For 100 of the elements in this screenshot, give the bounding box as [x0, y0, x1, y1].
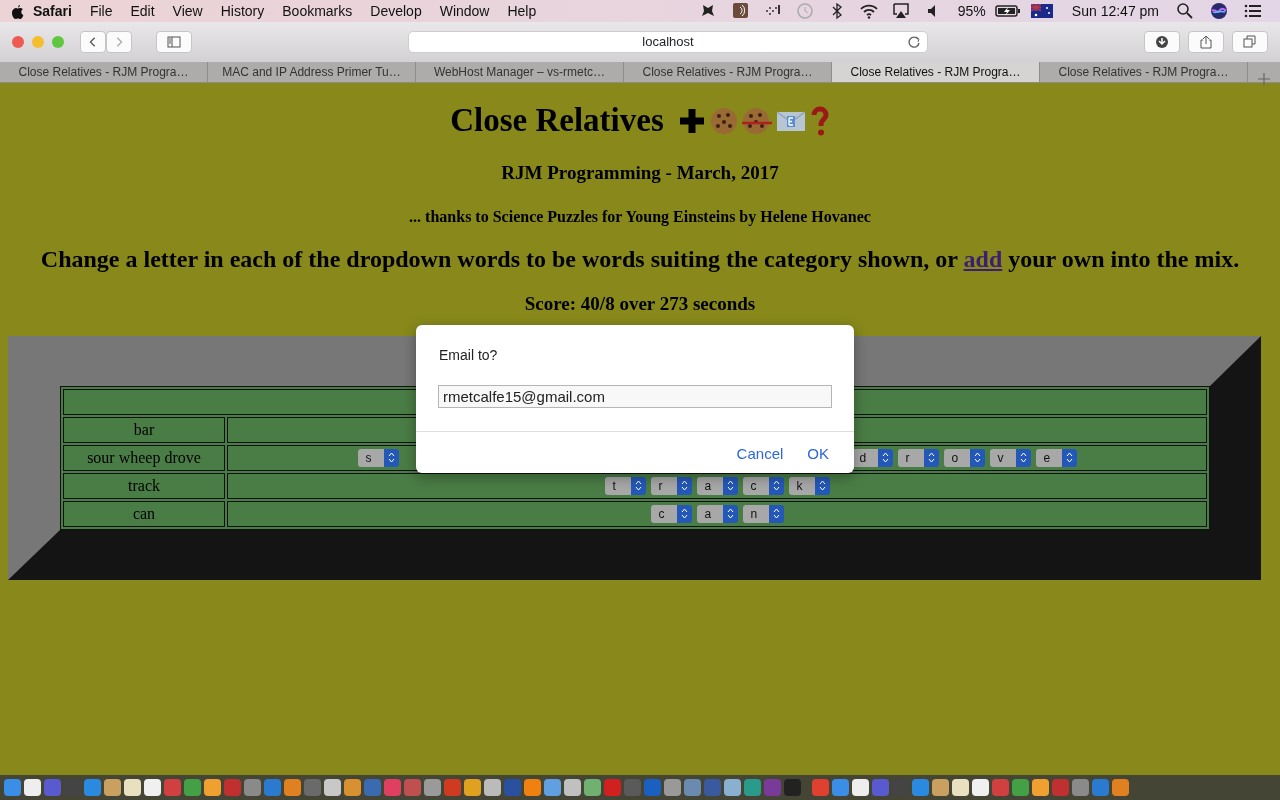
word-cell: track: [63, 472, 225, 499]
clock-text[interactable]: Sun 12:47 pm: [1062, 0, 1168, 22]
chevron-icon: [1065, 452, 1073, 464]
app-icon[interactable]: [364, 779, 381, 796]
app-icon[interactable]: [1112, 779, 1129, 796]
app-menu[interactable]: Safari: [24, 0, 81, 22]
menu-item[interactable]: Edit: [121, 0, 164, 22]
app-icon[interactable]: [1032, 779, 1049, 796]
address-bar[interactable]: localhost: [408, 31, 928, 53]
app-icon[interactable]: [264, 779, 281, 796]
app-icon[interactable]: [684, 779, 701, 796]
app-icon[interactable]: [932, 779, 949, 796]
app-icon[interactable]: [404, 779, 421, 796]
apple-icon[interactable]: [10, 3, 24, 19]
app-icon[interactable]: [1052, 779, 1069, 796]
app-icon[interactable]: [972, 779, 989, 796]
app-icon[interactable]: [444, 779, 461, 796]
app-icon[interactable]: [852, 779, 869, 796]
browser-tab[interactable]: Close Relatives - RJM Progra…: [1040, 62, 1248, 82]
menu-item[interactable]: File: [80, 0, 122, 22]
email-field[interactable]: rmetcalfe15@gmail.com: [438, 385, 832, 408]
menu-icon[interactable]: [1244, 2, 1262, 20]
app-icon[interactable]: [224, 779, 241, 796]
app-icon[interactable]: [872, 779, 889, 796]
menu-item[interactable]: Help: [498, 0, 546, 22]
app-icon[interactable]: [724, 779, 741, 796]
app-icon[interactable]: [284, 779, 301, 796]
app-icon[interactable]: [812, 779, 829, 796]
app-icon[interactable]: [1092, 779, 1109, 796]
wifi-icon[interactable]: [859, 2, 878, 20]
app-icon[interactable]: [424, 779, 441, 796]
menu-item[interactable]: History: [211, 0, 274, 22]
chevron-icon: [772, 508, 780, 520]
app-icon[interactable]: [144, 779, 161, 796]
plus-icon[interactable]: [677, 106, 706, 135]
app-icon[interactable]: [832, 779, 849, 796]
clock-icon[interactable]: [795, 2, 814, 20]
app-icon[interactable]: [464, 779, 481, 796]
app-icon[interactable]: [744, 779, 761, 796]
app-icon[interactable]: [1072, 779, 1089, 796]
chevron-icon: [680, 508, 688, 520]
cookie-icon[interactable]: [709, 106, 738, 135]
chevron-icon: [634, 480, 642, 492]
app-icon[interactable]: [952, 779, 969, 796]
app-icon[interactable]: [564, 779, 581, 796]
app-icon[interactable]: [4, 779, 21, 796]
app-icon[interactable]: [524, 779, 541, 796]
close-window-button[interactable]: [12, 36, 24, 48]
zoom-window-button[interactable]: [52, 36, 64, 48]
airplay-icon[interactable]: [891, 2, 910, 20]
app-icon[interactable]: [484, 779, 501, 796]
app-icon[interactable]: [84, 779, 101, 796]
app-icon[interactable]: [384, 779, 401, 796]
tabs-overview-button[interactable]: [1232, 31, 1268, 53]
crossed-cookie-icon[interactable]: [741, 106, 772, 135]
app-icon[interactable]: [584, 779, 601, 796]
app-icon[interactable]: [912, 779, 929, 796]
app-icon[interactable]: [1012, 779, 1029, 796]
chevron-icon: [726, 480, 734, 492]
menu-item[interactable]: View: [163, 0, 212, 22]
app-icon[interactable]: [664, 779, 681, 796]
cancel-button[interactable]: Cancel: [736, 443, 784, 466]
chevron-icon: [772, 480, 780, 492]
menu-item[interactable]: Window: [430, 0, 499, 22]
app-icon[interactable]: [24, 779, 41, 796]
question-mark-icon[interactable]: [809, 105, 830, 136]
menu-item[interactable]: Bookmarks: [273, 0, 362, 22]
browser-tab[interactable]: Close Relatives - RJM Progra…: [0, 62, 208, 82]
envelope-icon[interactable]: [775, 108, 806, 133]
app-icon[interactable]: [124, 779, 141, 796]
forward-button[interactable]: [106, 31, 132, 53]
browser-tab[interactable]: WebHost Manager – vs-rmetc…: [416, 62, 624, 82]
share-button[interactable]: [1188, 31, 1224, 53]
app-icon[interactable]: [604, 779, 621, 796]
download-button[interactable]: [1144, 31, 1180, 53]
orb-icon[interactable]: [1210, 2, 1228, 20]
app-icon[interactable]: [104, 779, 121, 796]
sidebar-button[interactable]: [156, 31, 192, 53]
ok-button[interactable]: OK: [807, 443, 829, 466]
share-icon: [1199, 35, 1213, 49]
search-icon[interactable]: [1176, 2, 1194, 20]
app-icon[interactable]: [304, 779, 321, 796]
tabs-overview-icon: [1243, 35, 1257, 49]
minimize-window-button[interactable]: [32, 36, 44, 48]
app-icon[interactable]: [244, 779, 261, 796]
browser-tab[interactable]: Close Relatives - RJM Progra…: [832, 62, 1040, 82]
app-icon[interactable]: [204, 779, 221, 796]
battery-icon[interactable]: [994, 4, 1021, 18]
back-button[interactable]: [80, 31, 106, 53]
reload-icon[interactable]: [907, 35, 921, 49]
app-icon[interactable]: [544, 779, 561, 796]
menu-item[interactable]: Develop: [361, 0, 431, 22]
app-icon[interactable]: [164, 779, 181, 796]
browser-tab[interactable]: MAC and IP Address Primer Tu…: [208, 62, 416, 82]
app-icon[interactable]: [44, 779, 61, 796]
speaker-box-icon[interactable]: [731, 2, 750, 20]
app-icon[interactable]: [344, 779, 361, 796]
app-icon[interactable]: [184, 779, 201, 796]
app-icon[interactable]: [992, 779, 1009, 796]
app-icon[interactable]: [324, 779, 341, 796]
